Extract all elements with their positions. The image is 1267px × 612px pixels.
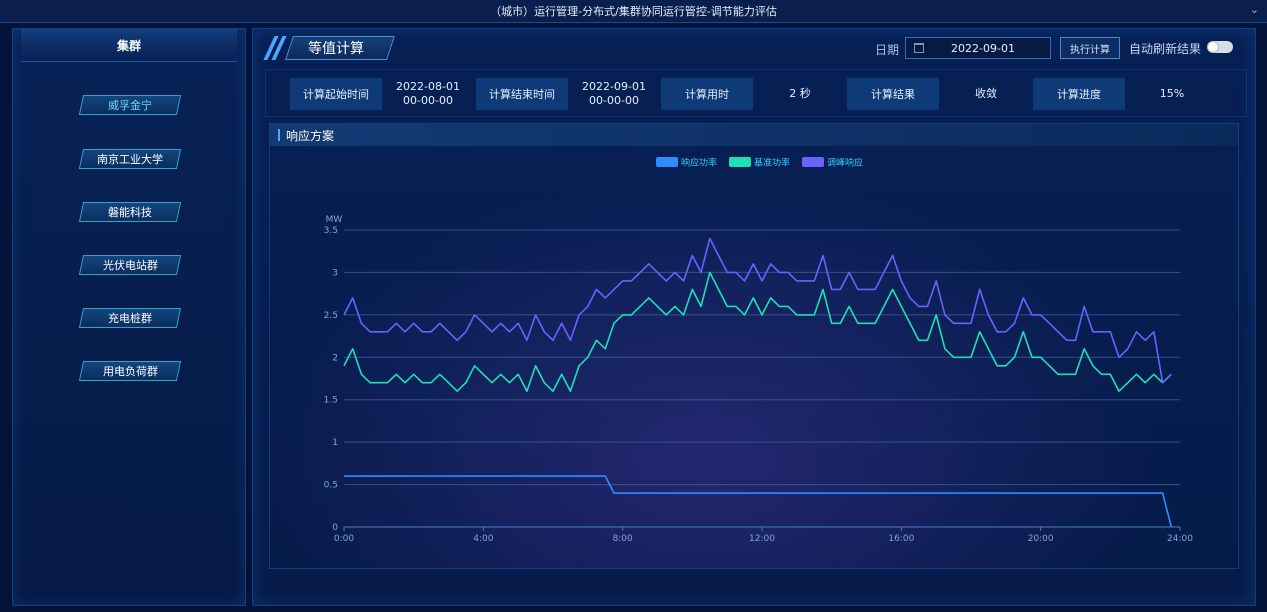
x-tick-label: 0:00 <box>334 534 354 544</box>
sidebar-item-pv-station-group[interactable]: 光伏电站群 <box>78 255 182 275</box>
legend-swatch <box>656 157 678 167</box>
y-tick-label: 0.5 <box>324 481 338 491</box>
section-title-box: 等值计算 <box>285 36 395 60</box>
result-value: 收敛 <box>975 87 997 100</box>
auto-refresh-label: 自动刷新结果 <box>1129 42 1202 56</box>
sidebar-item-weifu-jinning[interactable]: 威孚金宁 <box>78 95 182 115</box>
toggle-knob <box>1208 42 1218 52</box>
start-time-value: 2022-08-01 00-00-00 <box>382 76 474 112</box>
sidebar-item-nanjing-tech-university[interactable]: 南京工业大学 <box>78 149 182 169</box>
y-tick-label: 2 <box>332 353 338 363</box>
legend-swatch <box>729 157 751 167</box>
duration-value: 2 秒 <box>789 87 811 100</box>
legend-label: 调峰响应 <box>827 157 863 169</box>
sidebar-item-load-group[interactable]: 用电负荷群 <box>78 361 182 381</box>
legend-label: 基准功率 <box>754 157 790 169</box>
legend-swatch <box>802 157 824 167</box>
auto-refresh-toggle[interactable] <box>1207 41 1233 53</box>
execute-calculation-button[interactable]: 执行计算 <box>1060 37 1120 59</box>
x-tick-label: 20:00 <box>1028 534 1054 544</box>
date-picker[interactable]: 2022-09-01 <box>905 37 1051 59</box>
legend-label: 响应功率 <box>681 157 717 169</box>
progress-value: 15% <box>1159 87 1185 100</box>
x-tick-label: 8:00 <box>613 534 633 544</box>
sidebar-title: 集群 <box>21 29 237 62</box>
response-plan-panel: 响应方案 0 0.5 1 1.5 2 2.5 3 3.5 MW 0:00 4:00 8:00 12:00… <box>269 123 1239 569</box>
sidebar-item-panneng-technology[interactable]: 磐能科技 <box>78 202 182 222</box>
y-tick-label: 0 <box>332 523 338 533</box>
duration-label: 计算用时 <box>661 78 753 110</box>
title-bar-icon <box>278 129 280 141</box>
end-clock: 00-00-00 <box>589 94 639 107</box>
response-line-chart: 0 0.5 1 1.5 2 2.5 3 3.5MW 0:00 4:00 8:00 12:00 16:00… <box>324 157 1194 545</box>
x-tick-label: 4:00 <box>473 534 493 544</box>
sidebar-item-charging-pile-group[interactable]: 充电桩群 <box>78 308 182 328</box>
x-tick-label: 24:00 <box>1167 534 1193 544</box>
cluster-sidebar: 集群 威孚金宁 南京工业大学 磐能科技 光伏电站群 充电桩群 用电负荷群 <box>12 28 246 606</box>
slash-decoration-icon <box>263 36 287 60</box>
y-tick-label: 1 <box>332 438 338 448</box>
end-date: 2022-09-01 <box>582 80 646 93</box>
series-line-1 <box>344 475 1173 528</box>
end-time-label: 计算结束时间 <box>476 78 568 110</box>
date-label: 日期 <box>875 43 900 57</box>
chart-title: 响应方案 <box>286 128 335 143</box>
series-line-2 <box>343 271 1172 392</box>
y-tick-label: 3.5 <box>324 226 338 236</box>
chevron-down-icon[interactable]: ⌄ <box>1250 3 1259 16</box>
start-clock: 00-00-00 <box>403 94 453 107</box>
series-line-3 <box>343 237 1172 384</box>
x-tick-label: 16:00 <box>888 534 914 544</box>
y-tick-label: 1.5 <box>324 396 338 406</box>
start-date: 2022-08-01 <box>396 80 460 93</box>
result-label: 计算结果 <box>847 78 939 110</box>
section-header: 等值计算 <box>263 35 395 61</box>
y-tick-label: 3 <box>332 268 338 278</box>
window-titlebar: （城市）运行管理-分布式/集群协同运行管控-调节能力评估 ⌄ <box>0 0 1267 23</box>
y-tick-label: 2.5 <box>324 311 338 321</box>
end-time-value: 2022-09-01 00-00-00 <box>568 76 660 112</box>
y-axis-label: MW <box>326 215 343 225</box>
window-title: （城市）运行管理-分布式/集群协同运行管控-调节能力评估 <box>490 5 777 18</box>
chart-header: 响应方案 <box>270 124 1238 146</box>
date-value: 2022-09-01 <box>951 41 1015 55</box>
x-tick-label: 12:00 <box>749 534 775 544</box>
progress-label: 计算进度 <box>1033 78 1125 110</box>
section-title: 等值计算 <box>308 41 364 57</box>
calculation-info-row: 计算起始时间 2022-08-01 00-00-00 计算结束时间 2022-09… <box>265 69 1247 117</box>
start-time-label: 计算起始时间 <box>290 78 382 110</box>
calendar-icon <box>914 43 924 53</box>
main-panel: 等值计算 日期 2022-09-01 执行计算 自动刷新结果 计算起始时间 20… <box>252 28 1256 606</box>
